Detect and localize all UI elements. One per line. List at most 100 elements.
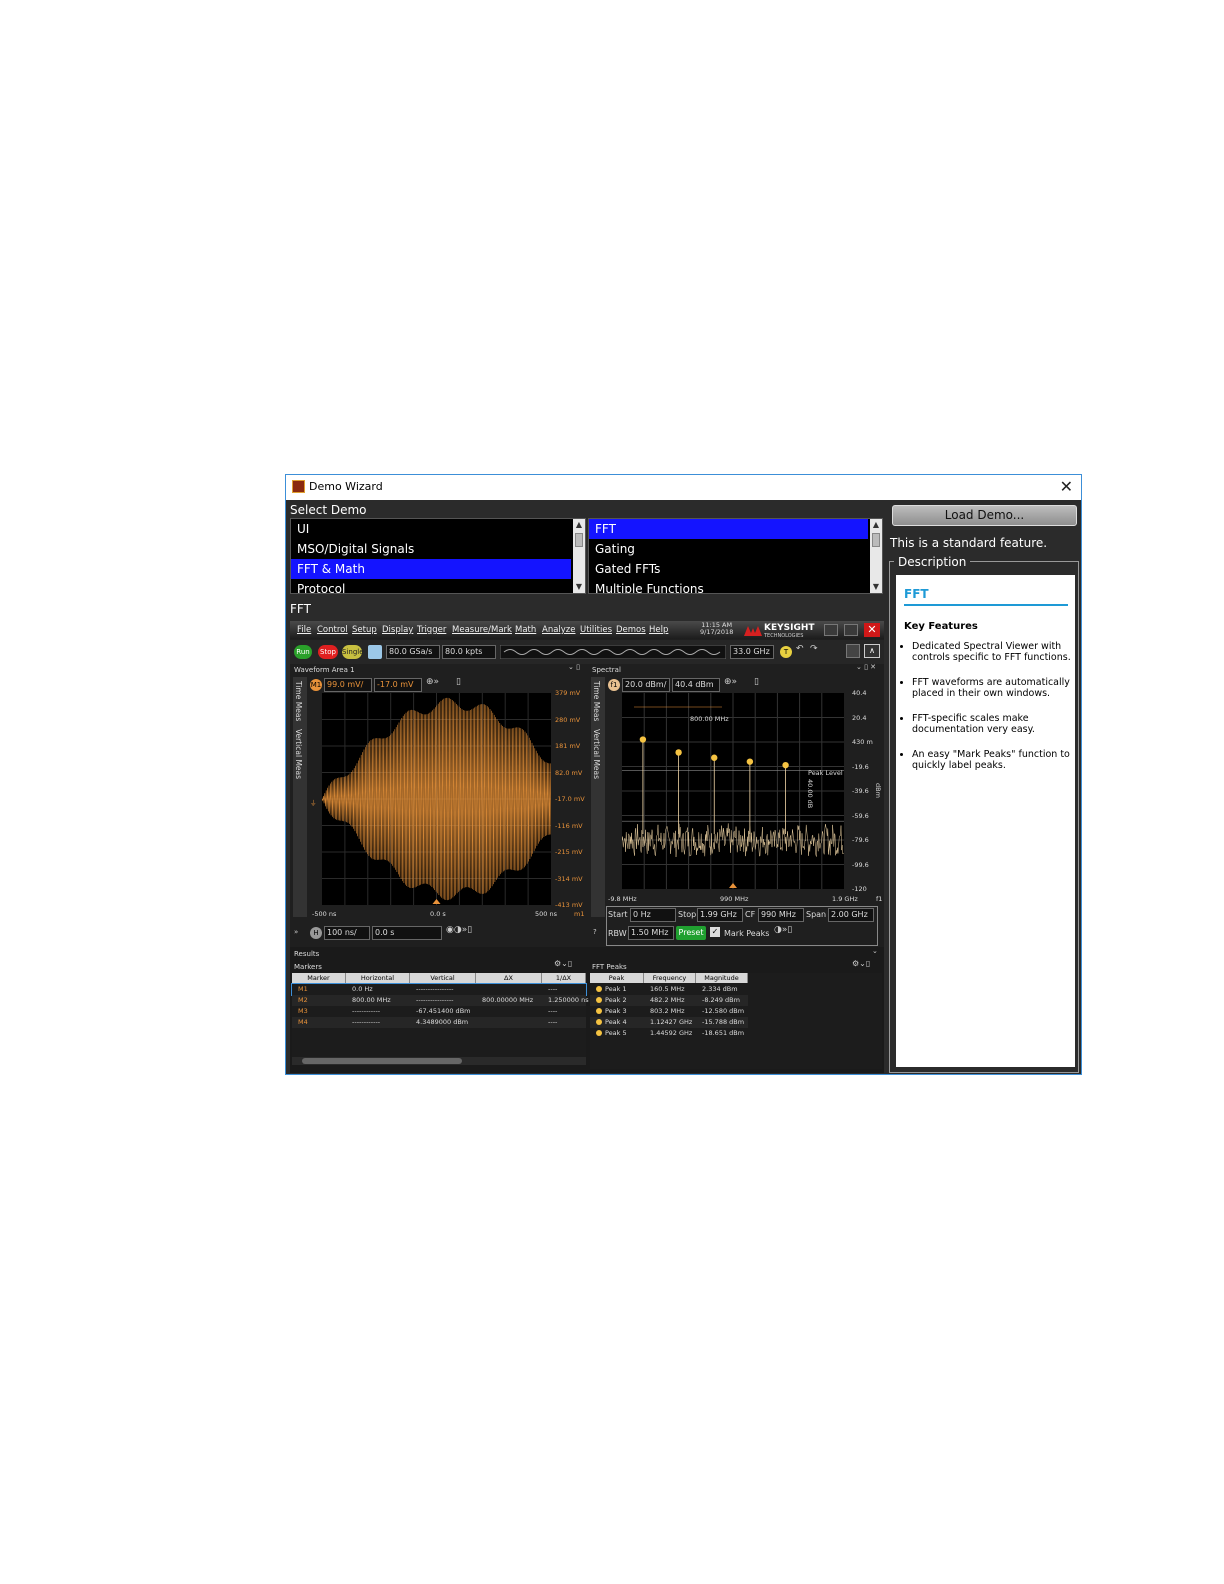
menu-trigger[interactable]: Trigger [417, 625, 446, 635]
trigger-icon[interactable]: T [780, 646, 792, 658]
column-header[interactable]: Vertical [410, 973, 476, 983]
results-menu-icon[interactable]: ⌄ [872, 947, 878, 955]
menu-display[interactable]: Display [382, 625, 413, 635]
table-row[interactable]: M1 0.0 Hz ---------------- ---- [291, 983, 587, 996]
bandwidth-field[interactable]: 33.0 GHz [730, 645, 774, 659]
vertical-meas-tab[interactable]: Vertical Meas [294, 729, 303, 779]
pin-icon[interactable]: ▯ [456, 677, 461, 687]
panel-menu-icon[interactable]: ⌄ ▯ [568, 663, 580, 671]
category-list[interactable]: UI MSO/Digital Signals FFT & Math Protoc… [290, 518, 586, 594]
menu-measure-mark[interactable]: Measure/Mark [452, 625, 512, 635]
feature-scrollbar[interactable]: ▲ ▼ [870, 519, 882, 593]
zoom-icon[interactable]: ◉◑»▯ [446, 925, 472, 935]
redo-icon[interactable]: ↷ [810, 644, 818, 654]
menu-math[interactable]: Math [515, 625, 536, 635]
undo-icon[interactable]: ↶ [796, 644, 804, 654]
column-header[interactable]: Marker [292, 973, 346, 983]
table-row[interactable]: Peak 1 160.5 MHz 2.334 dBm [590, 984, 748, 995]
spectral-vscale-field[interactable]: 20.0 dBm/ [622, 678, 670, 692]
category-scrollbar[interactable]: ▲ ▼ [573, 519, 585, 593]
run-button[interactable]: Run [294, 645, 312, 659]
scroll-down-icon[interactable]: ▼ [870, 581, 882, 593]
table-row[interactable]: M3 ------------ -67.451400 dBm ---- [292, 1006, 586, 1017]
category-item-selected[interactable]: FFT & Math [291, 559, 571, 579]
add-icon[interactable]: ⊕» [426, 677, 439, 687]
minimize-icon[interactable] [824, 624, 838, 636]
column-header[interactable]: Horizontal [346, 973, 410, 983]
column-header[interactable]: Magnitude [696, 973, 748, 983]
layout-icon[interactable] [846, 644, 860, 658]
scroll-up-icon[interactable]: ▲ [573, 519, 585, 531]
autoscale-icon[interactable] [368, 645, 382, 659]
time-meas-tab[interactable]: Time Meas [294, 681, 303, 721]
load-demo-button[interactable]: Load Demo... [892, 505, 1077, 526]
table-row[interactable]: Peak 4 1.12427 GHz -15.788 dBm [590, 1017, 748, 1028]
markers-hscroll[interactable] [292, 1057, 586, 1065]
h-badge-icon[interactable]: H [310, 927, 322, 939]
menu-demos[interactable]: Demos [616, 625, 646, 635]
column-header[interactable]: ΔX [476, 973, 542, 983]
scroll-thumb[interactable] [575, 533, 583, 547]
feature-item[interactable]: Gated FFTs [589, 559, 882, 579]
hscroll-thumb[interactable] [302, 1058, 462, 1064]
category-item[interactable]: MSO/Digital Signals [291, 539, 585, 559]
expand-icon[interactable]: » [294, 928, 298, 936]
preset-button[interactable]: Preset [676, 926, 706, 940]
more-icon[interactable]: ◑»▯ [774, 925, 792, 935]
mark-peaks-checkbox[interactable]: ✓ [710, 927, 720, 937]
scroll-down-icon[interactable]: ▼ [573, 581, 585, 593]
m1-badge-icon[interactable]: M1 [310, 679, 322, 691]
vertical-offset-field[interactable]: -17.0 mV [374, 678, 422, 692]
start-field[interactable]: 0 Hz [630, 908, 676, 922]
vertical-meas-tab[interactable]: Vertical Meas [592, 729, 601, 779]
feature-list[interactable]: FFT Gating Gated FFTs Multiple Functions… [588, 518, 883, 594]
rbw-field[interactable]: 1.50 MHz [628, 926, 674, 940]
waveform-plot[interactable] [321, 693, 552, 905]
column-header[interactable]: Frequency [644, 973, 696, 983]
horizontal-position-field[interactable]: 0.0 s [372, 926, 442, 940]
cf-field[interactable]: 990 MHz [758, 908, 804, 922]
stop-button[interactable]: Stop [318, 645, 338, 659]
menu-analyze[interactable]: Analyze [542, 625, 576, 635]
fft-gear-icon[interactable]: ⚙⌄▯ [852, 959, 870, 968]
table-row[interactable]: Peak 5 1.44592 GHz -18.651 dBm [590, 1028, 748, 1039]
table-row[interactable]: Peak 2 482.2 MHz -8.249 dBm [590, 995, 748, 1006]
scroll-up-icon[interactable]: ▲ [870, 519, 882, 531]
stop-field[interactable]: 1.99 GHz [697, 908, 743, 922]
spectral-offset-field[interactable]: 40.4 dBm [672, 678, 720, 692]
menu-control[interactable]: Control [317, 625, 348, 635]
table-row[interactable]: M4 ------------ 4.3489000 dBm ---- [292, 1017, 586, 1028]
scope-close-icon[interactable]: ✕ [864, 623, 880, 637]
feature-item[interactable]: Gating [589, 539, 882, 559]
category-item[interactable]: Protocol [291, 579, 585, 593]
add-icon[interactable]: ⊕» [724, 677, 737, 687]
panel-menu-icon[interactable]: ⌄ ▯ ✕ [856, 663, 876, 671]
wave-mode-icon[interactable]: ∧ [864, 644, 880, 658]
sample-rate-field[interactable]: 80.0 GSa/s [386, 645, 440, 659]
markers-gear-icon[interactable]: ⚙⌄▯ [554, 959, 572, 968]
vertical-scale-field[interactable]: 99.0 mV/ [324, 678, 372, 692]
category-item[interactable]: UI [291, 519, 585, 539]
close-icon[interactable]: ✕ [1060, 477, 1073, 496]
scroll-thumb[interactable] [872, 533, 880, 547]
pin-icon[interactable]: ▯ [754, 677, 759, 687]
column-header[interactable]: Peak [590, 973, 644, 983]
horizontal-scale-field[interactable]: 100 ns/ [324, 926, 370, 940]
span-field[interactable]: 2.00 GHz [828, 908, 874, 922]
help-icon[interactable]: ? [593, 928, 597, 936]
feature-item-selected[interactable]: FFT [589, 519, 868, 539]
points-field[interactable]: 80.0 kpts [442, 645, 496, 659]
f1-badge-icon[interactable]: f1 [608, 679, 620, 691]
column-header[interactable]: 1/ΔX [542, 973, 586, 983]
single-button[interactable]: Single [342, 645, 364, 659]
menu-file[interactable]: File [297, 625, 311, 635]
table-row[interactable]: Peak 3 803.2 MHz -12.580 dBm [590, 1006, 748, 1017]
feature-item[interactable]: Multiple Functions [589, 579, 882, 593]
menu-setup[interactable]: Setup [352, 625, 377, 635]
menu-help[interactable]: Help [649, 625, 668, 635]
table-row[interactable]: M2 800.00 MHz ---------------- 800.00000 MH… [292, 995, 589, 1006]
menu-utilities[interactable]: Utilities [580, 625, 612, 635]
maximize-icon[interactable] [844, 624, 858, 636]
feature-bullet: Dedicated Spectral Viewer with controls … [912, 641, 1082, 663]
time-meas-tab[interactable]: Time Meas [592, 681, 601, 721]
